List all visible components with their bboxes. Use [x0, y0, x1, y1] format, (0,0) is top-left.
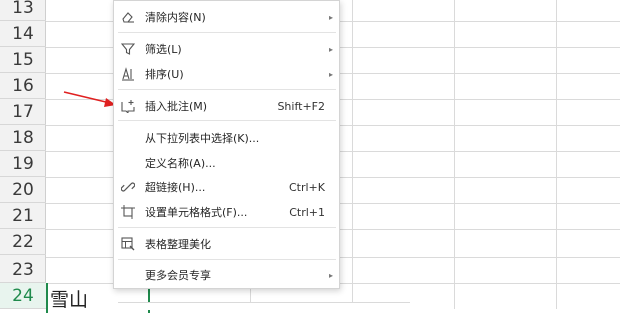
menu-item-label: 超链接(H)...	[145, 181, 206, 194]
menu-item-label: 设置单元格格式(F)...	[145, 206, 248, 219]
submenu-arrow-icon: ▸	[328, 270, 333, 280]
grid-column-line	[352, 0, 353, 309]
menu-item-define-name[interactable]: 定义名称(A)...	[114, 151, 339, 175]
format-cells-icon	[121, 205, 135, 219]
menu-item-label: 插入批注(M)	[145, 100, 208, 113]
row-header-24[interactable]: 24	[0, 283, 46, 309]
red-arrow-annotation	[63, 91, 116, 107]
menu-item-insert-comment[interactable]: 插入批注(M) Shift+F2	[114, 94, 339, 118]
submenu-arrow-icon: ▸	[328, 69, 333, 79]
row-header-16[interactable]: 16	[0, 73, 46, 99]
grid-column-line	[556, 0, 557, 309]
eraser-icon	[122, 12, 134, 23]
menu-item-shortcut: Ctrl+K	[288, 180, 325, 194]
context-menu: 清除内容(N) ▸ 筛选(L) ▸ 排序(U) ▸ 插入批注(M) Shift+…	[113, 0, 340, 289]
menu-item-sort[interactable]: 排序(U) ▸	[114, 62, 339, 86]
menu-item-hyperlink[interactable]: 超链接(H)... Ctrl+K	[114, 175, 339, 199]
menu-item-shortcut: Ctrl+1	[289, 205, 325, 219]
menu-item-clear-content[interactable]: 清除内容(N) ▸	[114, 5, 339, 29]
menu-item-label: 排序(U)	[145, 68, 184, 81]
menu-item-member-exclusive[interactable]: 更多会员专享 ▸	[114, 263, 339, 287]
filter-icon	[121, 43, 135, 55]
sort-icon	[122, 67, 134, 81]
row-header-18[interactable]: 18	[0, 125, 46, 151]
table-beautify-icon	[121, 237, 135, 251]
menu-item-label: 定义名称(A)...	[145, 157, 216, 170]
row-header-15[interactable]: 15	[0, 47, 46, 73]
row-header-22[interactable]: 22	[0, 229, 46, 255]
menu-separator	[118, 120, 336, 121]
menu-separator	[118, 259, 336, 260]
row-header-13[interactable]: 13	[0, 0, 46, 21]
comment-icon	[121, 100, 135, 113]
menu-item-label: 更多会员专享	[145, 269, 211, 282]
link-icon	[121, 182, 135, 192]
menu-item-label: 筛选(L)	[145, 43, 182, 56]
grid-column-line	[454, 0, 455, 309]
row-header-17[interactable]: 17	[0, 99, 46, 125]
menu-item-label: 清除内容(N)	[145, 11, 206, 24]
row-header-19[interactable]: 19	[0, 151, 46, 177]
submenu-arrow-icon: ▸	[328, 44, 333, 54]
row-header-14[interactable]: 14	[0, 21, 46, 47]
row-header-21[interactable]: 21	[0, 203, 46, 229]
menu-separator	[118, 32, 336, 33]
row-header-20[interactable]: 20	[0, 177, 46, 203]
menu-item-shortcut: Shift+F2	[277, 99, 325, 113]
row-header-23[interactable]: 23	[0, 257, 46, 283]
cell-a24-value[interactable]: 雪山	[50, 285, 88, 312]
menu-item-filter[interactable]: 筛选(L) ▸	[114, 37, 339, 61]
menu-item-table-beautify[interactable]: 表格整理美化	[114, 232, 339, 256]
menu-item-format-cells[interactable]: 设置单元格格式(F)... Ctrl+1	[114, 200, 339, 224]
menu-separator	[118, 89, 336, 90]
submenu-arrow-icon: ▸	[328, 12, 333, 22]
menu-item-label: 表格整理美化	[145, 238, 211, 251]
menu-item-pick-from-list[interactable]: 从下拉列表中选择(K)...	[114, 126, 339, 150]
menu-separator	[118, 227, 336, 228]
menu-item-label: 从下拉列表中选择(K)...	[145, 132, 260, 145]
